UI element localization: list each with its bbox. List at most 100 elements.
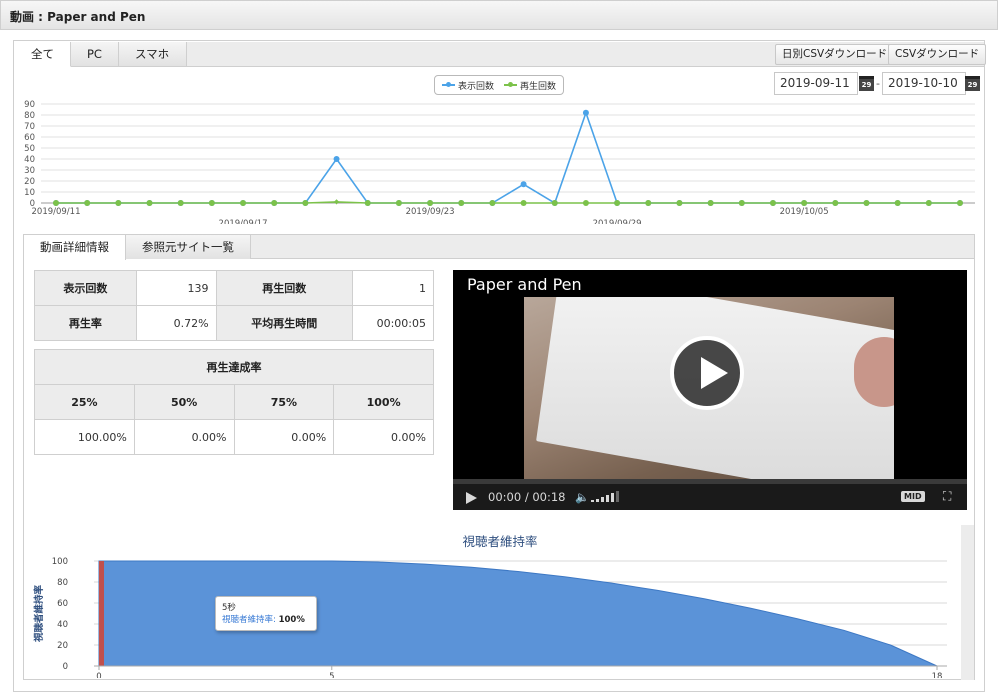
completion-header-row: 25% 50% 75% 100% (34, 384, 434, 420)
completion-value: 100.00% (34, 419, 135, 455)
legend-label-views: 表示回数 (458, 81, 495, 92)
tab-pc[interactable]: PC (71, 42, 119, 67)
data-point (676, 200, 683, 206)
avg-time-value: 00:00:05 (352, 305, 434, 341)
tab-all[interactable]: 全て (15, 42, 71, 67)
y-tick-label: 20 (24, 177, 35, 187)
plays-legend-swatch (504, 82, 518, 87)
data-point (53, 200, 59, 206)
data-point (769, 200, 776, 206)
volume-slider[interactable] (591, 491, 619, 502)
y-tick-label: 50 (24, 144, 35, 154)
data-point (925, 200, 932, 206)
y-tick-label: 80 (57, 578, 68, 588)
x-tick-label: 2019/10/05 (780, 207, 829, 217)
playhead-marker (99, 561, 104, 666)
current-time: 00:00 (488, 490, 522, 504)
data-point (333, 199, 340, 205)
x-tick-label: 2019/09/23 (406, 207, 455, 217)
tab-referrer-sites[interactable]: 参照元サイト一覧 (126, 235, 251, 259)
play-button[interactable] (670, 336, 744, 410)
quality-button[interactable]: MID (901, 491, 925, 502)
data-point (302, 200, 309, 206)
data-point (614, 200, 621, 206)
x-tick-label: 2019/09/11 (32, 207, 81, 217)
title-bar: 動画 : Paper and Pen (0, 0, 998, 30)
data-point (738, 200, 745, 206)
data-point (84, 200, 91, 206)
data-point (894, 200, 901, 206)
x-tick-label: 0 (96, 672, 101, 678)
y-tick-label: 60 (57, 599, 68, 609)
calendar-icon[interactable]: 29 (859, 76, 874, 91)
tab-smartphone[interactable]: スマホ (119, 42, 187, 67)
completion-value-row: 100.00% 0.00% 0.00% 0.00% (34, 419, 434, 455)
data-point (489, 200, 496, 206)
completion-value: 0.00% (133, 419, 235, 455)
avg-time-label: 平均再生時間 (215, 305, 354, 341)
y-tick-label: 20 (57, 641, 68, 651)
y-tick-label: 80 (24, 111, 35, 121)
x-tick-label: 5 (329, 672, 334, 678)
x-tick-label: 2019/09/17 (219, 219, 268, 224)
calendar-icon[interactable]: 29 (965, 76, 980, 91)
device-tabs: 全て PC スマホ (15, 42, 187, 67)
play-rate-label: 再生率 (34, 305, 137, 341)
plays-label: 再生回数 (215, 270, 354, 306)
y-tick-label: 100 (52, 557, 68, 567)
views-label: 表示回数 (34, 270, 137, 306)
data-point (208, 200, 215, 206)
y-tick-label: 60 (24, 133, 35, 143)
scrollbar[interactable] (961, 525, 974, 680)
daily-csv-download-button[interactable]: 日別CSVダウンロード (775, 44, 895, 65)
series-line (56, 201, 960, 204)
legend-item-views[interactable]: 表示回数 (442, 79, 494, 92)
legend-item-plays[interactable]: 再生回数 (504, 79, 556, 92)
detail-panel: 動画詳細情報 参照元サイト一覧 表示回数 139 再生回数 1 再生率 0.72… (23, 234, 975, 680)
video-title: Paper and Pen (467, 275, 582, 294)
completion-table: 再生達成率 25% 50% 75% 100% 100.00% 0.00% 0.0… (34, 349, 434, 455)
page-title: 動画 : Paper and Pen (10, 10, 146, 24)
tooltip-value: 100% (278, 615, 305, 625)
completion-title: 再生達成率 (34, 349, 434, 385)
data-point (520, 181, 527, 188)
stats-row: 表示回数 139 再生回数 1 (34, 270, 434, 306)
data-point (957, 200, 963, 206)
stats-row: 再生率 0.72% 平均再生時間 00:00:05 (34, 305, 434, 341)
tooltip-body: 視聴者維持率: 100% (222, 613, 310, 625)
video-player[interactable]: Paper and Pen 00:00 / 00:18 🔈 MID ⛶ (453, 270, 967, 510)
retention-chart-title: 視聴者維持率 (462, 534, 538, 549)
y-tick-label: 70 (24, 122, 35, 132)
y-tick-label: 10 (24, 188, 35, 198)
trend-chart: 01020304050607080902019/09/112019/09/172… (24, 100, 975, 224)
data-point (395, 200, 402, 206)
tooltip-key: 視聴者維持率: (222, 615, 276, 625)
stats-table: 表示回数 139 再生回数 1 再生率 0.72% 平均再生時間 00:00:0… (34, 270, 434, 341)
play-icon[interactable] (466, 492, 477, 504)
csv-download-button[interactable]: CSVダウンロード (888, 44, 987, 65)
legend-label-plays: 再生回数 (520, 81, 557, 92)
x-tick-label: 18 (932, 672, 943, 678)
end-date-input[interactable]: 2019-10-10 (882, 72, 966, 95)
y-tick-label: 30 (24, 166, 35, 176)
fullscreen-icon[interactable]: ⛶ (943, 489, 951, 504)
completion-value: 0.00% (333, 419, 434, 455)
tab-video-details[interactable]: 動画詳細情報 (24, 235, 126, 260)
play-rate-value: 0.72% (135, 305, 217, 341)
data-point (427, 200, 434, 206)
start-date-input[interactable]: 2019-09-11 (774, 72, 858, 95)
analytics-panel: 全て PC スマホ 日別CSVダウンロード CSVダウンロード 表示回数 再生回… (13, 40, 987, 692)
video-time: 00:00 / 00:18 (488, 490, 566, 504)
data-point (333, 156, 340, 162)
detail-tabs: 動画詳細情報 参照元サイト一覧 (24, 235, 974, 260)
date-separator: - (876, 77, 880, 90)
retention-tooltip: 5秒 視聴者維持率: 100% (215, 596, 317, 631)
completion-value: 0.00% (233, 419, 335, 455)
completion-header: 75% (233, 384, 335, 420)
completion-header: 25% (34, 384, 135, 420)
volume-icon[interactable]: 🔈 (575, 490, 589, 504)
retention-chart: 0 20 40 60 80 100 0 5 18 視聴者維持率 (33, 557, 947, 678)
y-tick-label: 90 (24, 100, 35, 110)
y-tick-label: 40 (57, 620, 68, 630)
chart-legend: 表示回数 再生回数 (434, 75, 565, 95)
